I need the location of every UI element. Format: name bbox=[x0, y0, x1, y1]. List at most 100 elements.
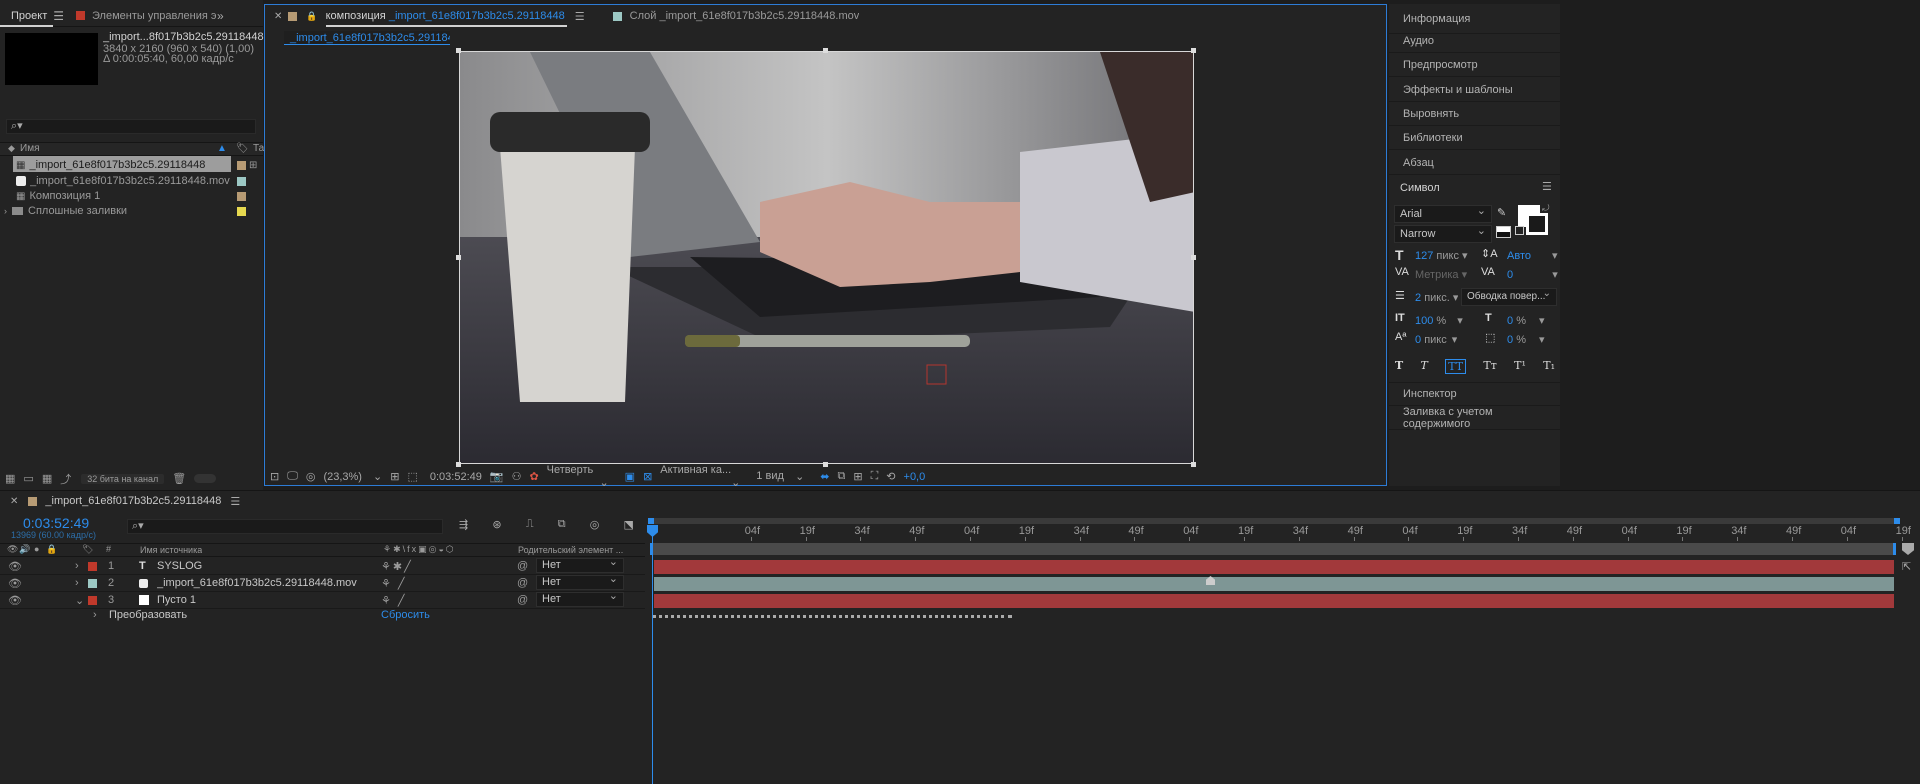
close-icon[interactable]: ✕ bbox=[274, 11, 282, 22]
draft-3d-icon[interactable]: ⊛ bbox=[492, 518, 501, 531]
expand-arrow-icon[interactable]: › bbox=[4, 206, 7, 216]
layer-name[interactable]: SYSLOG bbox=[157, 560, 202, 572]
layer-name[interactable]: Пусто 1 bbox=[157, 594, 196, 606]
close-icon[interactable]: ✕ bbox=[10, 496, 18, 507]
graph-editor-icon[interactable]: ⬔ bbox=[624, 518, 634, 531]
eye-icon[interactable]: 👁 bbox=[8, 560, 22, 573]
no-fill-icon[interactable] bbox=[1496, 226, 1511, 238]
font-size-value[interactable]: 127 пикс ▾ bbox=[1415, 249, 1468, 262]
panel-preview[interactable]: Предпросмотр bbox=[1389, 53, 1560, 77]
tab-project[interactable]: Проект bbox=[0, 5, 54, 27]
vertical-scale-value[interactable]: 100 % ▾ bbox=[1415, 314, 1463, 327]
always-preview-icon[interactable]: ⊡ bbox=[270, 470, 279, 483]
camera-snapshot-icon[interactable]: 📷 bbox=[490, 470, 504, 483]
label-color-swatch[interactable] bbox=[237, 160, 246, 170]
label-color-swatch[interactable] bbox=[237, 176, 246, 186]
layer-bar[interactable] bbox=[654, 594, 1894, 608]
lock-icon[interactable]: 🔒 bbox=[306, 11, 317, 22]
layer-bar[interactable] bbox=[654, 577, 1894, 591]
layer-label-swatch[interactable] bbox=[88, 595, 97, 605]
font-family-dropdown[interactable]: Arial bbox=[1394, 203, 1492, 223]
current-time-indicator[interactable] bbox=[652, 525, 653, 784]
collapse-arrow-icon[interactable]: ⌄ bbox=[75, 594, 84, 607]
tab-layer[interactable]: Слой _import_61e8f017b3b2c5.29118448.mov bbox=[630, 10, 860, 22]
expand-arrow-icon[interactable]: › bbox=[75, 560, 79, 572]
layer-label-swatch[interactable] bbox=[88, 561, 97, 571]
panel-align[interactable]: Выровнять bbox=[1389, 102, 1560, 126]
views-dropdown[interactable]: 1 вид ⌄ bbox=[756, 470, 812, 483]
resolution-dropdown[interactable]: Четверть ⌄ bbox=[547, 464, 617, 489]
parent-dropdown[interactable]: Нет bbox=[536, 590, 624, 607]
transparency-grid-icon[interactable]: ⊠ bbox=[643, 470, 652, 483]
eye-icon[interactable]: 👁 bbox=[8, 577, 22, 590]
tracking-value[interactable]: 0 ▾ bbox=[1507, 268, 1558, 281]
time-navigator[interactable] bbox=[648, 518, 1900, 524]
comp-mini-flowchart-icon[interactable]: ⇶ bbox=[459, 518, 468, 531]
region-of-interest-icon[interactable]: ⬚ bbox=[407, 470, 417, 483]
small-caps-button[interactable]: Tт bbox=[1483, 359, 1496, 374]
layer-row[interactable]: 👁 ⌄ 3 Пусто 1 ⚘ ╱ @ Нет bbox=[0, 590, 645, 609]
panel-content-aware-fill[interactable]: Заливка с учетом содержимого bbox=[1389, 406, 1560, 430]
work-area-bar[interactable] bbox=[650, 543, 1896, 555]
project-search-input[interactable]: ⌕▾ bbox=[6, 119, 256, 134]
leading-value[interactable]: Авто ▾ bbox=[1507, 249, 1558, 262]
all-caps-button[interactable]: TT bbox=[1445, 359, 1467, 374]
monitor-icon[interactable]: 🖵 bbox=[287, 470, 298, 483]
expand-arrow-icon[interactable]: › bbox=[93, 609, 97, 621]
render-queue-icon[interactable]: ⤴ bbox=[60, 471, 71, 487]
parent-header[interactable]: Родительский элемент ... bbox=[518, 545, 623, 555]
panel-audio[interactable]: Аудио bbox=[1389, 29, 1560, 53]
transform-group-row[interactable]: › Преобразовать Сбросить bbox=[0, 609, 645, 625]
composition-preview[interactable] bbox=[459, 51, 1194, 464]
layer-switches-icon[interactable]: ⚘✱╱ bbox=[381, 560, 413, 573]
transform-handle[interactable] bbox=[456, 48, 461, 53]
timeline-sync-icon[interactable]: ⧉ bbox=[838, 470, 846, 483]
network-icon[interactable]: ⛶ bbox=[871, 470, 879, 483]
interpret-footage-icon[interactable]: ▦ bbox=[5, 472, 15, 485]
parent-dropdown[interactable]: Нет bbox=[536, 556, 624, 573]
transform-handle[interactable] bbox=[823, 48, 828, 53]
tab-effect-controls[interactable]: Элементы управления эффе bbox=[92, 10, 217, 22]
layer-label-swatch[interactable] bbox=[88, 578, 97, 588]
exposure-value[interactable]: +0,0 bbox=[904, 471, 926, 483]
timeline-scroll-icon[interactable]: ⇱ bbox=[1902, 560, 1911, 573]
parent-dropdown[interactable]: Нет bbox=[536, 573, 624, 590]
faux-italic-button[interactable]: T bbox=[1421, 359, 1428, 374]
column-name-header[interactable]: Имя bbox=[20, 143, 39, 154]
transform-handle[interactable] bbox=[1191, 462, 1196, 467]
motion-blur-icon[interactable]: ◎ bbox=[590, 518, 600, 531]
tab-composition[interactable]: композиция _import_61e8f017b3b2c5.291184… bbox=[325, 5, 567, 27]
transform-handle[interactable] bbox=[456, 462, 461, 467]
panel-libraries[interactable]: Библиотеки bbox=[1389, 126, 1560, 150]
panel-inspector[interactable]: Инспектор bbox=[1389, 382, 1560, 406]
eyedropper-icon[interactable]: ✎ bbox=[1497, 206, 1506, 219]
transform-handle[interactable] bbox=[456, 255, 461, 260]
column-type-header[interactable]: Та bbox=[253, 143, 264, 154]
label-color-swatch[interactable] bbox=[237, 206, 246, 216]
mask-visibility-icon[interactable]: ◎ bbox=[306, 470, 316, 483]
expand-arrow-icon[interactable]: › bbox=[75, 577, 79, 589]
layer-row[interactable]: 👁 › 1 T SYSLOG ⚘✱╱ @ Нет bbox=[0, 556, 645, 575]
panel-menu-icon[interactable]: ☰ bbox=[575, 10, 585, 23]
show-snapshot-icon[interactable]: ⚇ bbox=[512, 470, 522, 483]
stroke-type-dropdown[interactable]: Обводка повер... bbox=[1461, 286, 1557, 306]
keyframe-track[interactable] bbox=[652, 615, 1012, 618]
time-ruler[interactable]: 0f04f19f34f49f04f19f34f49f04f19f34f49f04… bbox=[648, 525, 1911, 541]
scroll-knob[interactable] bbox=[194, 474, 217, 483]
list-item[interactable]: › Сплошные заливки bbox=[0, 202, 263, 220]
subscript-button[interactable]: T₁ bbox=[1543, 359, 1555, 374]
tab-timeline[interactable]: _import_61e8f017b3b2c5.29118448 bbox=[45, 495, 221, 507]
panel-menu-icon[interactable]: ☰ bbox=[53, 9, 64, 23]
flowchart-icon[interactable]: ⊞ bbox=[853, 470, 862, 483]
stroke-color-swatch[interactable] bbox=[1526, 213, 1548, 235]
source-name-header[interactable]: Имя источника bbox=[140, 545, 202, 555]
panel-menu-icon[interactable]: ☰ bbox=[230, 495, 240, 508]
horizontal-scale-value[interactable]: 0 % ▾ bbox=[1507, 314, 1545, 327]
breadcrumb[interactable]: _import_61e8f017b3b2c5.29118448 bbox=[284, 31, 450, 45]
pixel-aspect-icon[interactable]: ⬌ bbox=[820, 470, 829, 483]
layer-name[interactable]: _import_61e8f017b3b2c5.29118448.mov bbox=[157, 577, 357, 589]
superscript-button[interactable]: T¹ bbox=[1514, 359, 1526, 374]
frame-blending-icon[interactable]: ⧉ bbox=[558, 518, 566, 531]
swap-colors-icon[interactable]: ⤾ bbox=[1542, 203, 1550, 214]
no-stroke-icon[interactable] bbox=[1515, 226, 1524, 235]
